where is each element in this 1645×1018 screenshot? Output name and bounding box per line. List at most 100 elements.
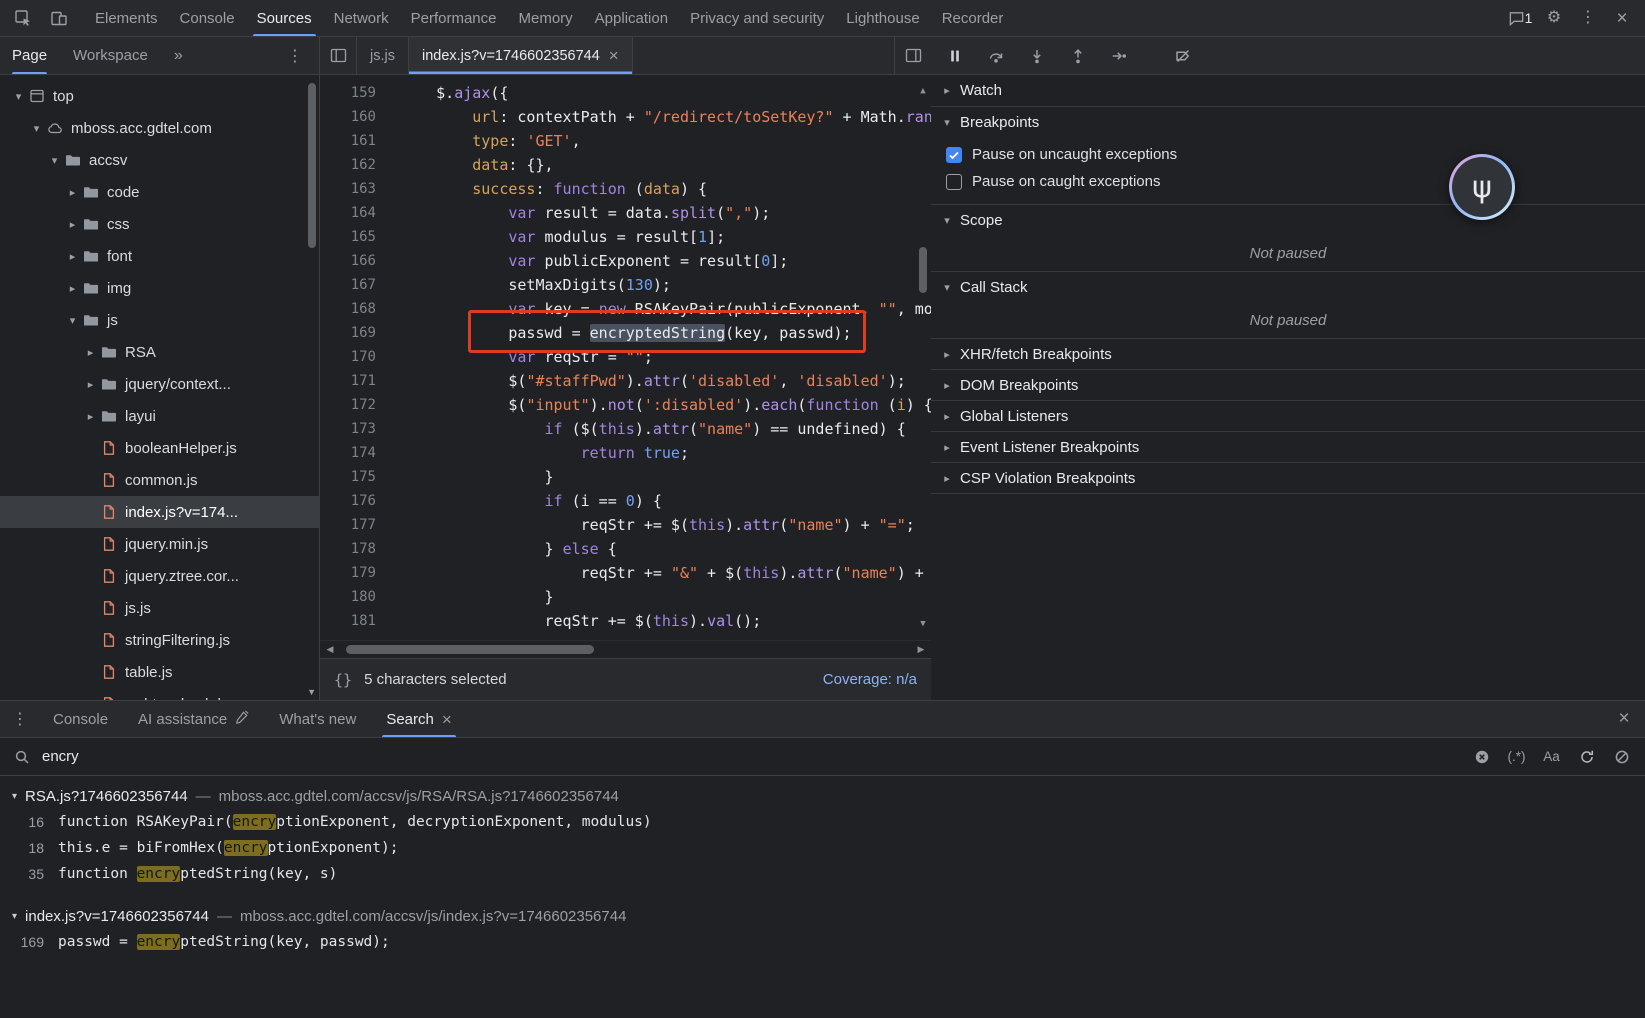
- more-options-icon[interactable]: ⋮: [1573, 4, 1603, 32]
- line-number[interactable]: 181: [320, 609, 376, 633]
- pause-script-icon[interactable]: [939, 42, 971, 70]
- code-text[interactable]: var result = data.split(",");: [400, 201, 770, 225]
- line-number[interactable]: 166: [320, 249, 376, 273]
- code-text[interactable]: var reqStr = "";: [400, 345, 653, 369]
- code-text[interactable]: data: {},: [400, 153, 554, 177]
- code-text[interactable]: var modulus = result[1];: [400, 225, 725, 249]
- tree-item-jquery-ztree-cor[interactable]: jquery.ztree.cor...: [0, 560, 319, 592]
- drawer-tab-console[interactable]: Console: [38, 701, 123, 737]
- line-number[interactable]: 171: [320, 369, 376, 393]
- inspect-element-icon[interactable]: [8, 4, 38, 32]
- topbar-tab-memory[interactable]: Memory: [508, 0, 584, 36]
- code-text[interactable]: return true;: [400, 441, 689, 465]
- line-number[interactable]: 160: [320, 105, 376, 129]
- line-number[interactable]: 159: [320, 81, 376, 105]
- tree-item-webtagcheck-h[interactable]: webtagcheck-h...: [0, 688, 319, 700]
- line-number[interactable]: 168: [320, 297, 376, 321]
- chevron-right-icon[interactable]: ▸: [82, 378, 99, 391]
- topbar-tab-elements[interactable]: Elements: [84, 0, 169, 36]
- editor-tab-index-js-v-1746602356744[interactable]: index.js?v=1746602356744×: [409, 37, 633, 74]
- chevron-right-icon[interactable]: ▸: [64, 218, 81, 231]
- settings-gear-icon[interactable]: ⚙: [1539, 4, 1569, 32]
- code-text[interactable]: $("#staffPwd").attr('disabled', 'disable…: [400, 369, 906, 393]
- code-text[interactable]: reqStr += "&" + $(this).attr("name") + ": [400, 561, 931, 585]
- section-watch[interactable]: ▸Watch: [931, 75, 1645, 106]
- breakpoint-option[interactable]: Pause on uncaught exceptions: [931, 141, 1645, 168]
- section-dom-breakpoints[interactable]: ▸DOM Breakpoints: [931, 369, 1645, 400]
- line-number[interactable]: 180: [320, 585, 376, 609]
- tree-item-stringfiltering-js[interactable]: stringFiltering.js: [0, 624, 319, 656]
- chevron-down-icon[interactable]: ▾: [10, 90, 27, 103]
- tree-item-js[interactable]: ▾js: [0, 304, 319, 336]
- tree-item-img[interactable]: ▸img: [0, 272, 319, 304]
- tree-item-accsv[interactable]: ▾accsv: [0, 144, 319, 176]
- line-number[interactable]: 162: [320, 153, 376, 177]
- step-out-icon[interactable]: [1062, 42, 1094, 70]
- tree-item-jquery-context[interactable]: ▸jquery/context...: [0, 368, 319, 400]
- match-case-toggle[interactable]: Aa: [1538, 744, 1565, 770]
- chevron-right-icon[interactable]: ▸: [64, 186, 81, 199]
- code-text[interactable]: var key = new RSAKeyPair(publicExponent,…: [400, 297, 931, 321]
- coverage-link[interactable]: Coverage: n/a: [823, 671, 917, 688]
- line-number[interactable]: 179: [320, 561, 376, 585]
- code-text[interactable]: passwd = encryptedString(key, passwd);: [400, 321, 852, 345]
- result-match-line[interactable]: 35function encryptedString(key, s): [0, 861, 1645, 887]
- chevron-down-icon[interactable]: ▾: [28, 122, 45, 135]
- chevron-down-icon[interactable]: ▾: [46, 154, 63, 167]
- scroll-up-icon[interactable]: ▲: [915, 79, 931, 103]
- section-csp-violation-breakpoints[interactable]: ▸CSP Violation Breakpoints: [931, 462, 1645, 493]
- scroll-down-icon[interactable]: ▼: [915, 612, 931, 636]
- close-search-tab-icon[interactable]: ×: [442, 711, 452, 728]
- result-match-line[interactable]: 16function RSAKeyPair(encryptionExponent…: [0, 809, 1645, 835]
- chevron-right-icon[interactable]: ▸: [64, 282, 81, 295]
- pretty-print-icon[interactable]: {}: [334, 671, 352, 689]
- tree-item-top[interactable]: ▾top: [0, 80, 319, 112]
- tree-scroll-down-icon[interactable]: ▼: [307, 687, 316, 697]
- topbar-tab-application[interactable]: Application: [584, 0, 679, 36]
- deactivate-breakpoints-icon[interactable]: [1167, 42, 1199, 70]
- line-number[interactable]: 177: [320, 513, 376, 537]
- code-text[interactable]: url: contextPath + "/redirect/toSetKey?"…: [400, 105, 931, 129]
- drawer-tab-search[interactable]: Search×: [371, 701, 466, 737]
- code-text[interactable]: type: 'GET',: [400, 129, 581, 153]
- code-text[interactable]: }: [400, 585, 554, 609]
- checkbox[interactable]: [946, 174, 962, 190]
- code-text[interactable]: }: [400, 465, 554, 489]
- line-number[interactable]: 175: [320, 465, 376, 489]
- clear-results-icon[interactable]: [1608, 744, 1635, 770]
- topbar-tab-recorder[interactable]: Recorder: [931, 0, 1015, 36]
- editor-horizontal-scrollbar[interactable]: ◀ ▶: [320, 640, 931, 658]
- editor-tab-js-js[interactable]: js.js: [357, 37, 409, 74]
- close-devtools-icon[interactable]: ×: [1607, 4, 1637, 32]
- horizontal-scrollbar-thumb[interactable]: [346, 645, 594, 654]
- section-scope[interactable]: ▾Scope: [931, 204, 1645, 235]
- step-over-icon[interactable]: [980, 42, 1012, 70]
- regex-toggle[interactable]: (.*): [1503, 744, 1530, 770]
- drawer-tab-ai-assistance[interactable]: AI assistance: [123, 701, 264, 737]
- line-number[interactable]: 173: [320, 417, 376, 441]
- checkbox[interactable]: [946, 147, 962, 163]
- step-icon[interactable]: [1103, 42, 1135, 70]
- tree-item-js-js[interactable]: js.js: [0, 592, 319, 624]
- tree-scrollbar-thumb[interactable]: [308, 83, 316, 248]
- topbar-tab-performance[interactable]: Performance: [400, 0, 508, 36]
- tree-item-booleanhelper-js[interactable]: booleanHelper.js: [0, 432, 319, 464]
- toggle-debugger-sidebar-icon[interactable]: [894, 37, 931, 74]
- line-number[interactable]: 172: [320, 393, 376, 417]
- result-match-line[interactable]: 18this.e = biFromHex(encryptionExponent)…: [0, 835, 1645, 861]
- code-text[interactable]: if (i == 0) {: [400, 489, 662, 513]
- result-file-header[interactable]: ▾index.js?v=1746602356744—mboss.acc.gdte…: [0, 903, 1645, 929]
- tree-item-common-js[interactable]: common.js: [0, 464, 319, 496]
- tree-item-css[interactable]: ▸css: [0, 208, 319, 240]
- topbar-tab-network[interactable]: Network: [323, 0, 400, 36]
- drawer-tab-what-s-new[interactable]: What's new: [264, 701, 371, 737]
- code-editor[interactable]: 159 $.ajax({160 url: contextPath + "/red…: [320, 75, 931, 640]
- code-text[interactable]: reqStr += $(this).val();: [400, 609, 761, 633]
- tree-item-code[interactable]: ▸code: [0, 176, 319, 208]
- section-event-listener-breakpoints[interactable]: ▸Event Listener Breakpoints: [931, 431, 1645, 462]
- scroll-right-icon[interactable]: ▶: [911, 644, 931, 655]
- code-text[interactable]: var publicExponent = result[0];: [400, 249, 788, 273]
- tree-item-rsa[interactable]: ▸RSA: [0, 336, 319, 368]
- code-text[interactable]: } else {: [400, 537, 617, 561]
- result-match-line[interactable]: 169passwd = encryptedString(key, passwd)…: [0, 929, 1645, 955]
